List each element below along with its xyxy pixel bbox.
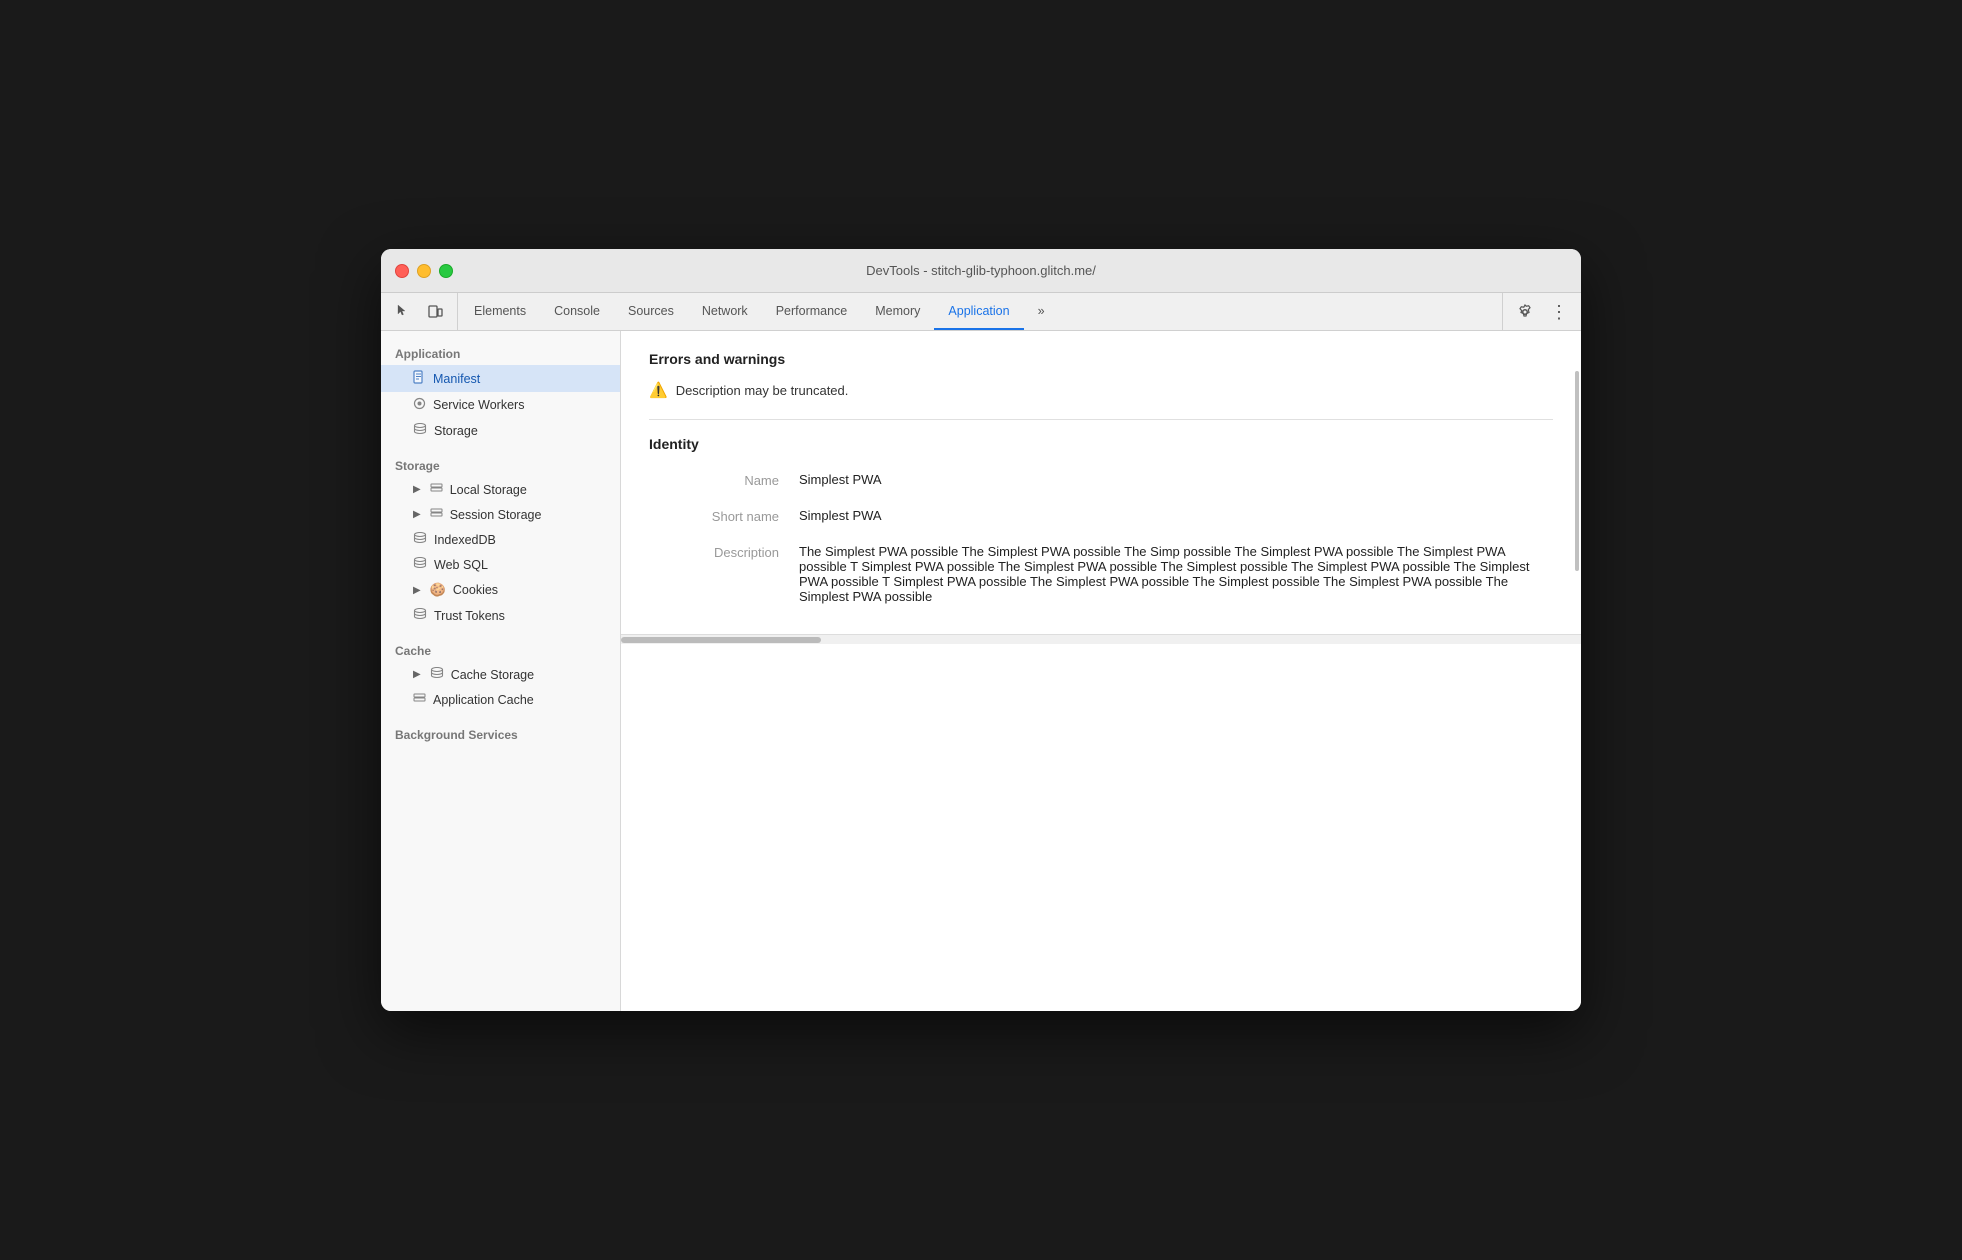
tab-memory[interactable]: Memory xyxy=(861,293,934,330)
sidebar-item-application-cache[interactable]: Application Cache xyxy=(381,687,620,712)
warning-text: Description may be truncated. xyxy=(676,383,849,398)
horizontal-scrollbar[interactable] xyxy=(621,634,1581,644)
divider-1 xyxy=(649,419,1553,420)
sidebar-item-manifest[interactable]: Manifest xyxy=(381,365,620,392)
scrollbar-thumb xyxy=(1575,371,1579,571)
sidebar-section-cache: Cache xyxy=(381,628,620,662)
minimize-button[interactable] xyxy=(417,264,431,278)
tab-overflow[interactable]: » xyxy=(1024,293,1059,330)
cache-storage-arrow: ▶ xyxy=(413,669,421,680)
short-name-row: Short name Simplest PWA xyxy=(649,498,1553,534)
traffic-lights xyxy=(395,264,453,278)
name-row: Name Simplest PWA xyxy=(649,462,1553,498)
cookies-icon: 🍪 xyxy=(430,582,446,598)
name-value: Simplest PWA xyxy=(799,472,1553,487)
content-inner: Errors and warnings ⚠️ Description may b… xyxy=(621,331,1581,634)
titlebar: DevTools - stitch-glib-typhoon.glitch.me… xyxy=(381,249,1581,293)
sidebar-item-indexeddb-label: IndexedDB xyxy=(434,533,496,547)
errors-section: Errors and warnings ⚠️ Description may b… xyxy=(649,351,1553,403)
identity-section: Identity Name Simplest PWA Short name Si… xyxy=(649,436,1553,614)
toolbar-right-icons: ⋮ xyxy=(1502,293,1575,330)
short-name-value: Simplest PWA xyxy=(799,508,1553,523)
sidebar-item-manifest-label: Manifest xyxy=(433,372,480,386)
vertical-scrollbar[interactable] xyxy=(1573,331,1581,1011)
errors-section-title: Errors and warnings xyxy=(649,351,1553,367)
sidebar-item-cache-storage-label: Cache Storage xyxy=(451,668,534,682)
sidebar-section-storage: Storage xyxy=(381,443,620,477)
window-title: DevTools - stitch-glib-typhoon.glitch.me… xyxy=(866,263,1096,278)
more-icon: ⋮ xyxy=(1550,303,1568,321)
sidebar-item-indexeddb[interactable]: IndexedDB xyxy=(381,527,620,552)
sidebar-item-storage-app[interactable]: Storage xyxy=(381,418,620,443)
indexeddb-icon xyxy=(413,532,427,547)
device-toolbar-icon[interactable] xyxy=(419,296,451,328)
tab-sources[interactable]: Sources xyxy=(614,293,688,330)
inspector-icon[interactable] xyxy=(387,296,419,328)
cookies-arrow: ▶ xyxy=(413,585,421,596)
name-label: Name xyxy=(649,472,799,488)
sidebar-item-web-sql[interactable]: Web SQL xyxy=(381,552,620,577)
description-label: Description xyxy=(649,544,799,560)
warning-row: ⚠️ Description may be truncated. xyxy=(649,377,1553,403)
tab-elements[interactable]: Elements xyxy=(460,293,540,330)
sidebar-item-service-workers[interactable]: Service Workers xyxy=(381,392,620,418)
sidebar-item-session-storage-label: Session Storage xyxy=(450,508,542,522)
sidebar-item-local-storage[interactable]: ▶ Local Storage xyxy=(381,477,620,502)
cache-storage-icon xyxy=(430,667,444,682)
sidebar-item-service-workers-label: Service Workers xyxy=(433,398,524,412)
toolbar-left-icons xyxy=(387,293,458,330)
sidebar-item-cookies-label: Cookies xyxy=(453,583,498,597)
hscroll-thumb xyxy=(621,637,821,643)
storage-app-icon xyxy=(413,423,427,438)
sidebar-item-trust-tokens[interactable]: Trust Tokens xyxy=(381,603,620,628)
maximize-button[interactable] xyxy=(439,264,453,278)
description-row: Description The Simplest PWA possible Th… xyxy=(649,534,1553,614)
session-storage-arrow: ▶ xyxy=(413,509,421,520)
warning-icon: ⚠️ xyxy=(649,381,668,399)
sidebar-item-cookies[interactable]: ▶ 🍪 Cookies xyxy=(381,577,620,603)
sidebar-section-application: Application xyxy=(381,331,620,365)
main-layout: Application Manifest xyxy=(381,331,1581,1011)
settings-button[interactable] xyxy=(1509,296,1541,328)
identity-section-title: Identity xyxy=(649,436,1553,452)
sidebar-item-cache-storage[interactable]: ▶ Cache Storage xyxy=(381,662,620,687)
tab-console[interactable]: Console xyxy=(540,293,614,330)
tab-network[interactable]: Network xyxy=(688,293,762,330)
sidebar-item-local-storage-label: Local Storage xyxy=(450,483,527,497)
local-storage-arrow: ▶ xyxy=(413,484,421,495)
short-name-label: Short name xyxy=(649,508,799,524)
more-options-button[interactable]: ⋮ xyxy=(1543,296,1575,328)
sidebar: Application Manifest xyxy=(381,331,621,1011)
manifest-icon xyxy=(413,370,426,387)
content-panel: Errors and warnings ⚠️ Description may b… xyxy=(621,331,1581,1011)
sidebar-section-background-services: Background Services xyxy=(381,712,620,746)
service-workers-icon xyxy=(413,397,426,413)
session-storage-icon xyxy=(430,507,443,522)
devtools-window: DevTools - stitch-glib-typhoon.glitch.me… xyxy=(381,249,1581,1011)
sidebar-item-web-sql-label: Web SQL xyxy=(434,558,488,572)
trust-tokens-icon xyxy=(413,608,427,623)
tab-bar: Elements Console Sources Network Perform… xyxy=(460,293,1502,330)
application-cache-icon xyxy=(413,692,426,707)
description-value: The Simplest PWA possible The Simplest P… xyxy=(799,544,1553,604)
tab-application[interactable]: Application xyxy=(934,293,1023,330)
toolbar: Elements Console Sources Network Perform… xyxy=(381,293,1581,331)
tab-performance[interactable]: Performance xyxy=(762,293,862,330)
sidebar-item-session-storage[interactable]: ▶ Session Storage xyxy=(381,502,620,527)
close-button[interactable] xyxy=(395,264,409,278)
sidebar-item-storage-app-label: Storage xyxy=(434,424,478,438)
web-sql-icon xyxy=(413,557,427,572)
sidebar-item-application-cache-label: Application Cache xyxy=(433,693,534,707)
local-storage-icon xyxy=(430,482,443,497)
sidebar-item-trust-tokens-label: Trust Tokens xyxy=(434,609,505,623)
